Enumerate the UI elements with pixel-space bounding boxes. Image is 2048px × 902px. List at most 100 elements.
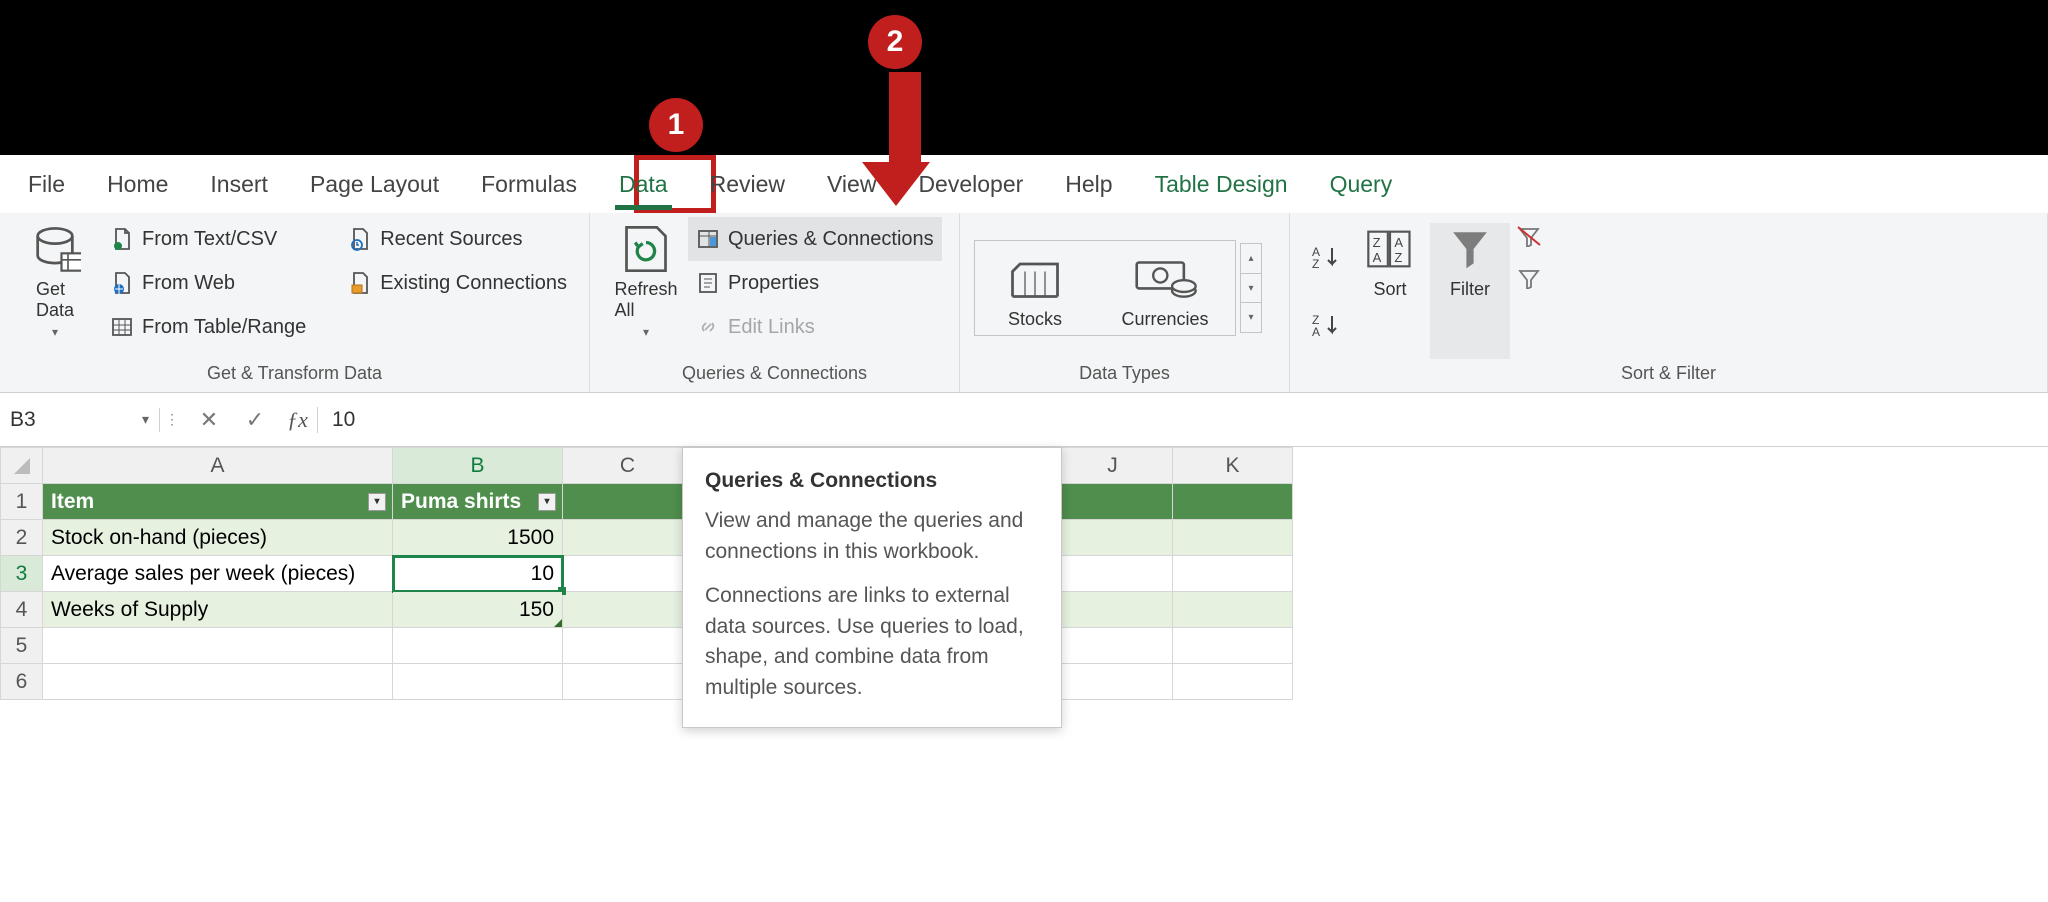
from-table-range-label: From Table/Range [142,316,306,339]
group-get-transform: Get Data ▾ From Text/CSV From Web From T… [0,213,590,392]
get-data-button[interactable]: Get Data ▾ [14,223,96,359]
from-web-button[interactable]: From Web [102,261,314,305]
cell-B1[interactable]: Puma shirts▾ [393,484,563,520]
cell-B2[interactable]: 1500 [393,520,563,556]
insert-function-icon[interactable]: ƒx [278,407,318,433]
stocks-button[interactable]: Stocks [975,253,1095,330]
from-table-range-button[interactable]: From Table/Range [102,305,314,349]
refresh-icon [620,223,672,275]
ribbon: Get Data ▾ From Text/CSV From Web From T… [0,213,2048,393]
row-header-3[interactable]: 3 [1,556,43,592]
group-sort-filter: AZ ZA ZAAZ Sort Filter Sort & Filter [1290,213,2048,392]
formula-bar-handle[interactable]: ⋮ [160,411,186,428]
currencies-icon [1132,253,1198,305]
tooltip-paragraph: View and manage the queries and connecti… [705,506,1039,567]
clear-filter-icon[interactable] [1516,225,1542,247]
document-icon [110,227,134,251]
edit-links-icon [696,315,720,339]
recent-sources-label: Recent Sources [380,228,522,251]
svg-text:Z: Z [1373,235,1381,250]
properties-label: Properties [728,272,819,295]
svg-text:Z: Z [1394,250,1402,265]
sort-button[interactable]: ZAAZ Sort [1350,223,1430,359]
col-header-C[interactable]: C [563,448,693,484]
tab-file[interactable]: File [24,165,69,204]
cancel-formula-icon[interactable]: ✕ [186,407,232,433]
properties-icon [696,271,720,295]
sort-ascending-button[interactable]: AZ [1304,235,1350,279]
document-web-icon [110,271,134,295]
row-header-6[interactable]: 6 [1,664,43,700]
cell-A2[interactable]: Stock on-hand (pieces) [43,520,393,556]
get-data-label: Get Data [36,279,74,321]
ribbon-tabs: File Home Insert Page Layout Formulas Da… [0,155,2048,213]
filter-icon [1446,223,1494,275]
refresh-all-label: Refresh All [614,279,677,321]
filter-dropdown-icon[interactable]: ▾ [538,493,556,511]
col-header-K[interactable]: K [1173,448,1293,484]
tooltip-paragraph: Connections are links to external data s… [705,581,1039,703]
cell-A1[interactable]: Item▾ [43,484,393,520]
cell-A4[interactable]: Weeks of Supply [43,592,393,628]
row-header-2[interactable]: 2 [1,520,43,556]
title-bar-placeholder [0,0,2048,155]
data-types-gallery-scroll[interactable]: ▴▾▾ [1240,243,1262,333]
svg-text:A: A [1394,235,1403,250]
sort-label: Sort [1373,279,1406,300]
tab-insert[interactable]: Insert [206,165,272,204]
group-data-types: Stocks Currencies ▴▾▾ Data Types [960,213,1290,392]
cell-A3[interactable]: Average sales per week (pieces) [43,556,393,592]
properties-button[interactable]: Properties [688,261,942,305]
recent-sources-button[interactable]: Recent Sources [340,217,575,261]
formula-input[interactable]: 10 [318,408,2048,432]
sort-descending-button[interactable]: ZA [1304,303,1350,347]
cell-B4[interactable]: 150 [393,592,563,628]
row-header-1[interactable]: 1 [1,484,43,520]
tab-page-layout[interactable]: Page Layout [306,165,443,204]
cell-B3[interactable]: 10 [393,556,563,592]
svg-text:Z: Z [1312,257,1319,270]
reapply-filter-icon[interactable] [1516,267,1542,289]
col-header-J[interactable]: J [1053,448,1173,484]
filter-button[interactable]: Filter [1430,223,1510,359]
tooltip-title: Queries & Connections [705,466,1039,496]
callout-badge-2: 2 [868,15,922,69]
from-text-csv-button[interactable]: From Text/CSV [102,217,314,261]
worksheet-grid: A B C G H I J K 1 Item▾ Puma shirts▾ 2 S… [0,447,2048,700]
sort-desc-icon: ZA [1312,312,1342,338]
filter-label: Filter [1450,279,1490,300]
existing-connections-label: Existing Connections [380,272,567,295]
refresh-all-button[interactable]: Refresh All ▾ [604,223,688,359]
currencies-button[interactable]: Currencies [1095,253,1235,330]
svg-text:A: A [1312,325,1320,338]
enter-formula-icon[interactable]: ✓ [232,407,278,433]
tab-formulas[interactable]: Formulas [477,165,581,204]
row-header-5[interactable]: 5 [1,628,43,664]
queries-connections-button[interactable]: Queries & Connections [688,217,942,261]
tab-review[interactable]: Review [706,165,789,204]
col-header-B[interactable]: B [393,448,563,484]
row-header-4[interactable]: 4 [1,592,43,628]
tab-help[interactable]: Help [1061,165,1116,204]
tab-table-design[interactable]: Table Design [1151,165,1292,204]
tab-home[interactable]: Home [103,165,172,204]
group-label-data-types: Data Types [974,359,1275,392]
table-resize-handle-icon[interactable] [554,619,562,627]
edit-links-label: Edit Links [728,316,815,339]
database-icon [29,223,81,275]
table-icon [110,315,134,339]
stocks-icon [1005,253,1065,305]
existing-connections-button[interactable]: Existing Connections [340,261,575,305]
tab-query[interactable]: Query [1326,165,1397,204]
queries-icon [696,227,720,251]
tab-data[interactable]: Data [615,165,672,204]
filter-dropdown-icon[interactable]: ▾ [368,493,386,511]
select-all-button[interactable] [1,448,43,484]
col-header-A[interactable]: A [43,448,393,484]
name-box[interactable]: B3 [0,408,160,432]
callout-badge-1: 1 [649,98,703,152]
existing-conn-icon [348,271,372,295]
cell-C1[interactable] [563,484,693,520]
tab-developer[interactable]: Developer [914,165,1027,204]
queries-connections-label: Queries & Connections [728,228,934,251]
